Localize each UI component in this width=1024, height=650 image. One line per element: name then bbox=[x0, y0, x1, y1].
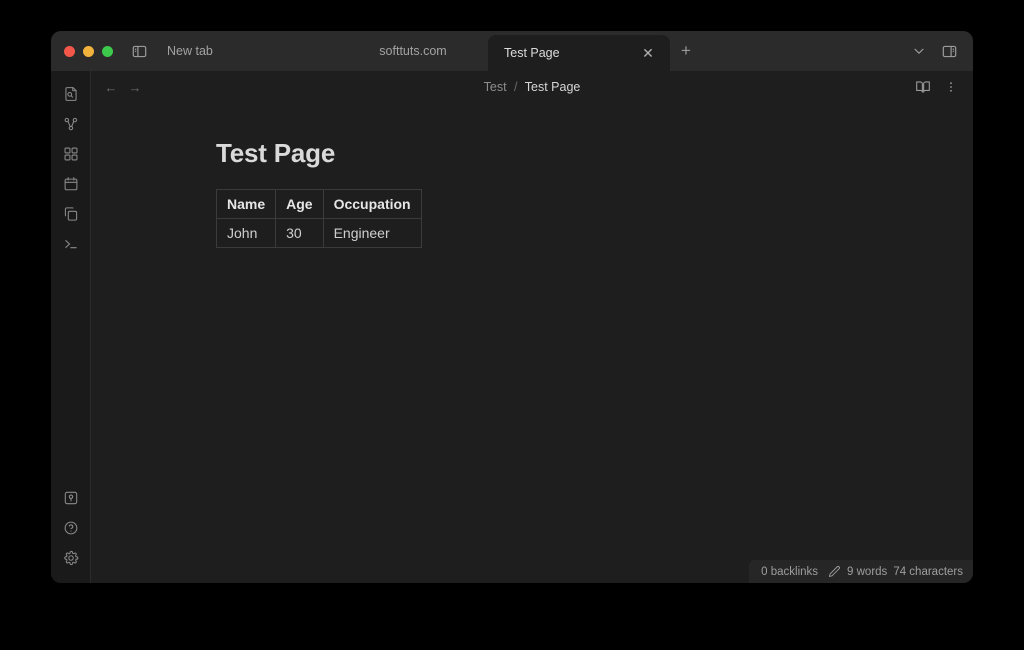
table-head: Name Age Occupation bbox=[215, 189, 422, 219]
page-title: Test Page bbox=[216, 138, 336, 168]
table-row: John 30 Engineer bbox=[215, 218, 422, 248]
graph-view-icon[interactable] bbox=[56, 109, 86, 139]
canvas-grid-icon[interactable] bbox=[56, 139, 86, 169]
vault-icon[interactable] bbox=[56, 483, 86, 513]
app-window: New tab softtuts.com Test Page ✕ + ← → T… bbox=[51, 31, 973, 583]
ribbon-sidebar bbox=[51, 71, 91, 583]
navigate-back-icon[interactable]: ← bbox=[99, 75, 123, 99]
tab-bar: New tab softtuts.com Test Page ✕ + bbox=[51, 31, 973, 71]
pencil-icon bbox=[828, 565, 841, 578]
close-window-button[interactable] bbox=[64, 45, 75, 57]
document-content[interactable]: Test Page Name Age Occupation John 30 En… bbox=[91, 103, 973, 248]
view-header-actions bbox=[911, 75, 963, 99]
right-sidebar-toggle-icon[interactable] bbox=[935, 31, 963, 71]
table-header-row: Name Age Occupation bbox=[215, 189, 422, 219]
view-header: ← → Test / Test Page bbox=[91, 71, 973, 103]
tab-label: softtuts.com bbox=[379, 44, 447, 58]
tab-new-tab[interactable]: New tab bbox=[153, 31, 338, 71]
breadcrumb-parent[interactable]: Test bbox=[484, 80, 507, 94]
status-bar: 0 backlinks 9 words 74 characters bbox=[749, 560, 973, 583]
window-body: ← → Test / Test Page Test Page Name Age … bbox=[51, 71, 973, 583]
markdown-table: Name Age Occupation John 30 Engineer bbox=[215, 189, 422, 248]
new-note-copy-icon[interactable] bbox=[56, 199, 86, 229]
document-scroll-area[interactable]: Test Page Name Age Occupation John 30 En… bbox=[91, 103, 973, 583]
backlinks-count[interactable]: 0 backlinks bbox=[761, 566, 818, 578]
window-controls bbox=[51, 31, 125, 71]
tab-label: Test Page bbox=[504, 46, 560, 60]
chevron-down-icon[interactable] bbox=[905, 31, 933, 71]
help-circle-icon[interactable] bbox=[56, 513, 86, 543]
table-body: John 30 Engineer bbox=[215, 218, 422, 248]
navigate-forward-icon[interactable]: → bbox=[123, 75, 147, 99]
table-cell: Engineer bbox=[322, 218, 422, 248]
book-open-icon[interactable] bbox=[911, 75, 935, 99]
tab-softtuts[interactable]: softtuts.com bbox=[338, 31, 488, 71]
status-metrics: 9 words 74 characters bbox=[828, 565, 963, 578]
table-cell: John bbox=[215, 218, 277, 248]
word-count: 9 words bbox=[847, 565, 888, 578]
ribbon-bottom-group bbox=[56, 483, 86, 583]
left-sidebar-toggle-icon[interactable] bbox=[125, 31, 153, 71]
table-header-cell: Name bbox=[215, 189, 277, 219]
close-icon[interactable]: ✕ bbox=[640, 45, 656, 61]
vertical-dots-icon[interactable] bbox=[939, 75, 963, 99]
breadcrumb-separator: / bbox=[514, 80, 518, 94]
tab-test-page[interactable]: Test Page ✕ bbox=[488, 35, 670, 71]
minimize-window-button[interactable] bbox=[83, 45, 94, 57]
breadcrumb: Test / Test Page bbox=[91, 80, 973, 94]
maximize-window-button[interactable] bbox=[102, 45, 113, 57]
daily-note-calendar-icon[interactable] bbox=[56, 169, 86, 199]
breadcrumb-current[interactable]: Test Page bbox=[525, 80, 581, 94]
quick-switcher-icon[interactable] bbox=[56, 79, 86, 109]
main-pane: ← → Test / Test Page Test Page Name Age … bbox=[91, 71, 973, 583]
table-header-cell: Age bbox=[275, 189, 324, 219]
tab-label: New tab bbox=[167, 44, 213, 58]
tab-bar-actions bbox=[905, 31, 973, 71]
new-tab-button[interactable]: + bbox=[670, 31, 702, 71]
terminal-icon[interactable] bbox=[56, 229, 86, 259]
character-count: 74 characters bbox=[893, 565, 963, 578]
table-cell: 30 bbox=[275, 218, 324, 248]
gear-icon[interactable] bbox=[56, 543, 86, 573]
tab-strip: New tab softtuts.com Test Page ✕ + bbox=[153, 31, 905, 71]
table-header-cell: Occupation bbox=[322, 189, 422, 219]
